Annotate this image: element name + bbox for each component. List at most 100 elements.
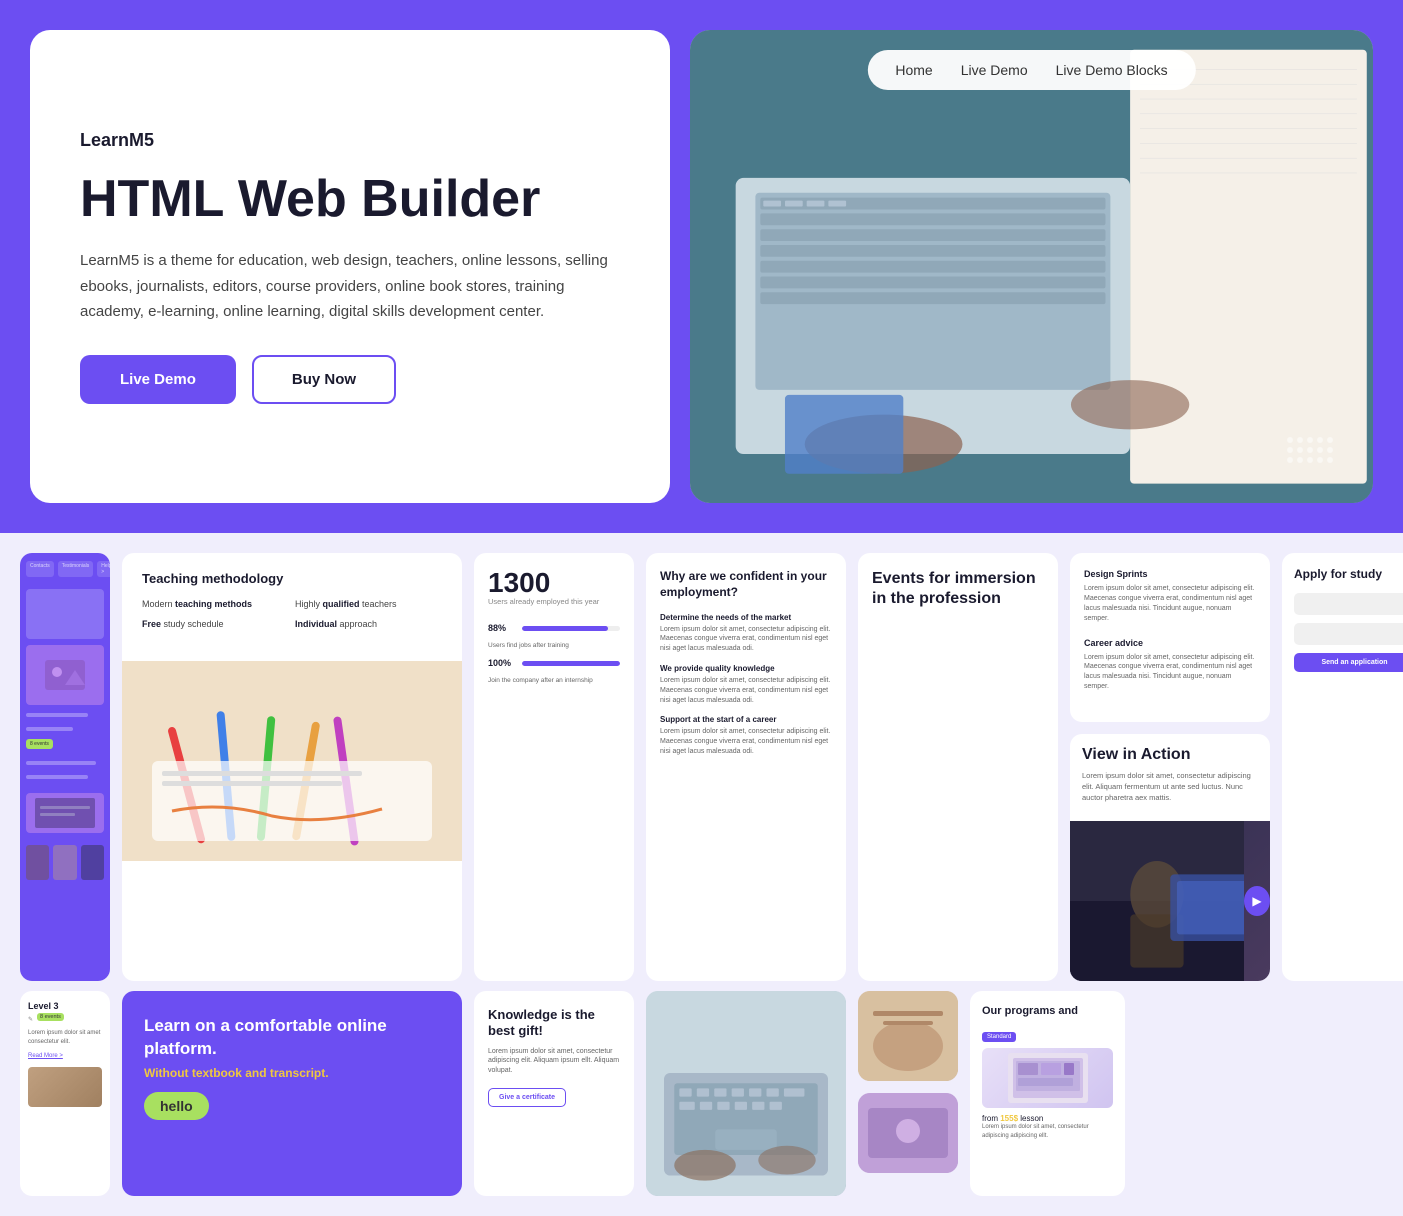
card-teaching-image <box>122 661 462 861</box>
view-action-text: Lorem ipsum dolor sit amet, consectetur … <box>1082 770 1258 804</box>
card-programs: Our programs and Standard from 155$ less… <box>970 991 1125 1196</box>
bottom-section-row2: Level 3 ✎ 8 events Lorem ipsum dolor sit… <box>0 991 1403 1216</box>
apply-send-button[interactable]: Send an application <box>1294 653 1403 672</box>
phone-tab-testimonials[interactable]: Testimonials <box>58 561 94 577</box>
teaching-item-2: Highly qualified teachers <box>295 598 442 612</box>
hero-laptop-bg <box>690 30 1373 503</box>
platform-hello: hello <box>144 1092 209 1120</box>
phone-img-block-2 <box>26 793 104 833</box>
play-button[interactable]: ▶ <box>1244 886 1270 916</box>
card-online-platform: Learn on a comfortable online platform. … <box>122 991 462 1196</box>
level-edit-icon: ✎ <box>28 1016 33 1023</box>
small-img-svg-1 <box>858 991 958 1081</box>
teaching-grid: Modern teaching methods Highly qualified… <box>142 598 442 631</box>
live-demo-button[interactable]: Live Demo <box>80 355 236 404</box>
card-events: Events for immersion in the profession <box>858 553 1058 981</box>
card-column-design-view: Design Sprints Lorem ipsum dolor sit ame… <box>1070 553 1270 981</box>
stat-pct-1: 88% <box>488 623 516 633</box>
phone-text-3 <box>26 761 96 765</box>
confident-item-text-2: Lorem ipsum dolor sit amet, consectetur … <box>660 676 832 705</box>
card-design-sprints: Design Sprints Lorem ipsum dolor sit ame… <box>1070 553 1270 721</box>
stat-bar-bg-1 <box>522 626 620 631</box>
card-confident: Why are we confident in your employment?… <box>646 553 846 981</box>
programs-price-value: 155$ <box>1000 1114 1018 1123</box>
card-level: Level 3 ✎ 8 events Lorem ipsum dolor sit… <box>20 991 110 1196</box>
card-knowledge: Knowledge is the best gift! Lorem ipsum … <box>474 991 634 1196</box>
programs-text: Lorem ipsum dolor sit amet, consectetur … <box>982 1123 1113 1140</box>
view-action-title: View in Action <box>1082 746 1258 764</box>
knowledge-title: Knowledge is the best gift! <box>488 1007 620 1038</box>
small-img-svg-2 <box>858 1093 958 1173</box>
apply-field-name[interactable] <box>1294 593 1403 615</box>
confident-item-text-3: Lorem ipsum dolor sit amet, consectetur … <box>660 727 832 756</box>
level-number: Level 3 <box>28 1001 102 1011</box>
hero-nav: Home Live Demo Live Demo Blocks <box>867 50 1195 90</box>
hero-illustration <box>690 30 1373 503</box>
confident-title: Why are we confident in your employment? <box>660 569 832 600</box>
events-title: Events for immersion in the profession <box>872 569 1044 607</box>
level-read-more[interactable]: Read More > <box>28 1053 63 1059</box>
confident-item-3: Support at the start of a career Lorem i… <box>660 715 832 756</box>
knowledge-certificate-button[interactable]: Give a certificate <box>488 1088 566 1107</box>
card-small-img-2 <box>858 1093 958 1173</box>
design-sprints-title: Design Sprints <box>1084 569 1256 579</box>
teaching-item-3: Free study schedule <box>142 618 289 632</box>
phone-text-1 <box>26 713 88 717</box>
hero-image-area: Home Live Demo Live Demo Blocks <box>690 30 1373 503</box>
confident-item-title-3: Support at the start of a career <box>660 715 832 724</box>
phone-text-4 <box>26 775 88 779</box>
career-advice-title: Career advice <box>1084 638 1256 648</box>
phone-img-2 <box>35 798 95 828</box>
top-section: LearnM5 HTML Web Builder LearnM5 is a th… <box>0 0 1403 533</box>
laptop-visual <box>646 991 846 1196</box>
apply-field-phone[interactable] <box>1294 623 1403 645</box>
stat-bar-1: 88% Users find jobs after training <box>488 623 620 650</box>
teaching-title: Teaching methodology <box>142 571 442 586</box>
platform-subtitle: Without textbook and transcript. <box>144 1066 440 1080</box>
apply-title: Apply for study <box>1294 567 1403 581</box>
programs-price: from 155$ lesson <box>982 1114 1113 1123</box>
teaching-image-svg <box>122 661 462 861</box>
phone-img-block <box>26 645 104 705</box>
card-teaching: Teaching methodology Modern teaching met… <box>122 553 462 981</box>
bottom-section-row1: Contacts Testimonials Help > 8 events <box>0 533 1403 991</box>
card-apply: Apply for study Send an application <box>1282 553 1403 981</box>
level-text: Lorem ipsum dolor sit amet consectetur e… <box>28 1029 102 1046</box>
card-teaching-top: Teaching methodology Modern teaching met… <box>122 553 462 661</box>
design-sprints-text: Lorem ipsum dolor sit amet, consectetur … <box>1084 584 1256 623</box>
career-advice-text: Lorem ipsum dolor sit amet, consectetur … <box>1084 653 1256 692</box>
dots-visual <box>1287 437 1333 463</box>
nav-live-demo[interactable]: Live Demo <box>961 62 1028 78</box>
phone-img-icon <box>45 660 85 690</box>
phone-content-1 <box>26 589 104 639</box>
nav-home[interactable]: Home <box>895 62 932 78</box>
stat-bar-fill-1 <box>522 626 608 631</box>
level-image <box>28 1067 102 1107</box>
teaching-item-4: Individual approach <box>295 618 442 632</box>
card-stats: 1300 Users already employed this year 88… <box>474 553 634 981</box>
card-view-in-action: View in Action Lorem ipsum dolor sit ame… <box>1070 734 1270 982</box>
hero-description: LearnM5 is a theme for education, web de… <box>80 248 620 325</box>
confident-item-1: Determine the needs of the market Lorem … <box>660 613 832 654</box>
buy-now-button[interactable]: Buy Now <box>252 355 396 404</box>
view-action-image: ▶ <box>1070 821 1270 981</box>
laptop-svg <box>646 991 846 1196</box>
teaching-item-1: Modern teaching methods <box>142 598 289 612</box>
phone-text-2 <box>26 727 73 731</box>
level-badge: 8 events <box>37 1013 64 1021</box>
phone-tab-contacts[interactable]: Contacts <box>26 561 54 577</box>
phone-tab-help[interactable]: Help > <box>97 561 110 577</box>
card-laptop-image <box>646 991 846 1196</box>
stat-bar-2: 100% Join the company after an internshi… <box>488 658 620 685</box>
stat-number: 1300 <box>488 569 620 597</box>
programs-title: Our programs and <box>982 1005 1113 1017</box>
stat-bar-desc-1: Users find jobs after training <box>488 641 620 650</box>
knowledge-text: Lorem ipsum dolor sit amet, consectetur … <box>488 1047 620 1076</box>
hero-buttons: Live Demo Buy Now <box>80 355 620 404</box>
confident-item-title-2: We provide quality knowledge <box>660 664 832 673</box>
nav-live-demo-blocks[interactable]: Live Demo Blocks <box>1056 62 1168 78</box>
phone-bottom-imgs <box>26 845 104 880</box>
card-column-small <box>858 991 958 1196</box>
hero-card: LearnM5 HTML Web Builder LearnM5 is a th… <box>30 30 670 503</box>
stat-pct-2: 100% <box>488 658 516 668</box>
